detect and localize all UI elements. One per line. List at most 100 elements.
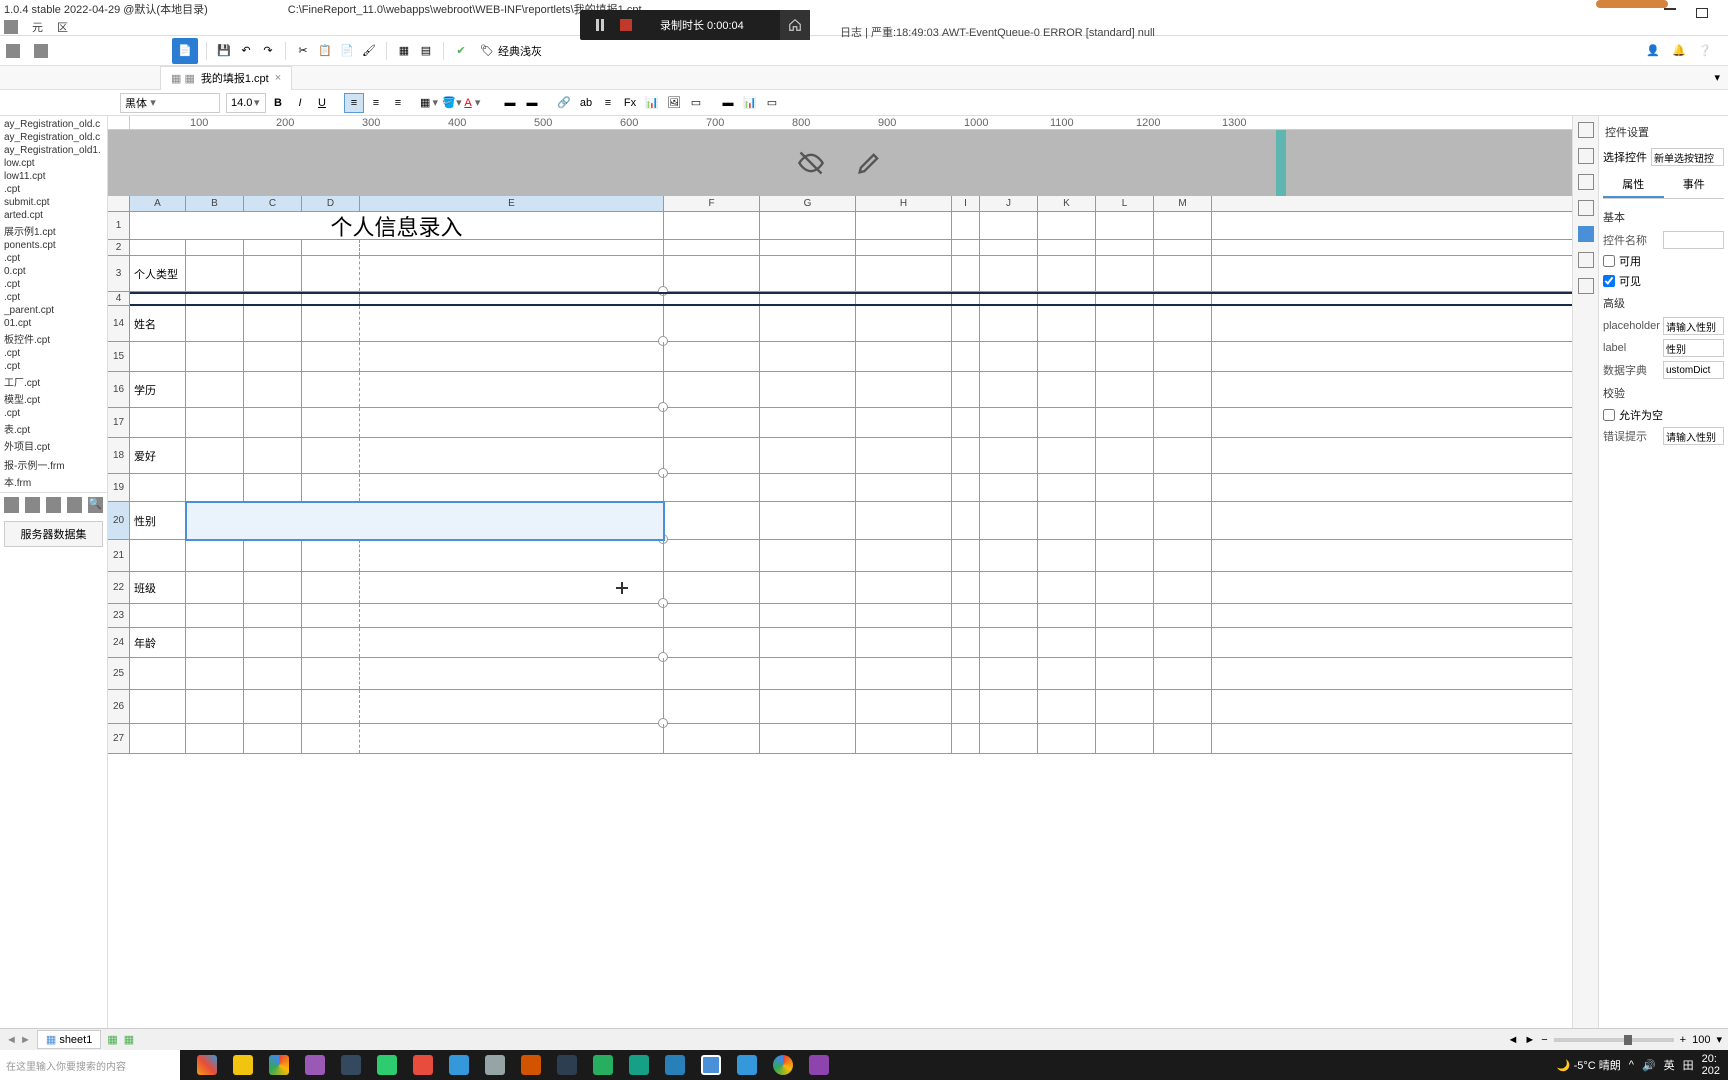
- row-headers[interactable]: 12341415161718192021222324252627: [108, 212, 130, 754]
- zoom-out[interactable]: −: [1541, 1034, 1547, 1046]
- home-button[interactable]: [780, 10, 810, 40]
- strip-icon[interactable]: [1578, 200, 1594, 216]
- label-cell[interactable]: [130, 240, 186, 255]
- col-header[interactable]: K: [1038, 196, 1096, 211]
- toolbar-icon[interactable]: [34, 44, 48, 58]
- col-header[interactable]: B: [186, 196, 244, 211]
- taskbar-app[interactable]: [586, 1050, 620, 1080]
- sheet-tab[interactable]: ▦ sheet1: [37, 1030, 102, 1049]
- errortip-input[interactable]: [1663, 427, 1724, 445]
- row-header[interactable]: 4: [108, 292, 129, 306]
- taskbar-app[interactable]: [190, 1050, 224, 1080]
- merge-button[interactable]: ▬: [500, 93, 520, 113]
- row-header[interactable]: 1: [108, 212, 129, 240]
- file-item[interactable]: 01.cpt: [2, 317, 105, 330]
- italic-button[interactable]: I: [290, 93, 310, 113]
- tree-icon[interactable]: [25, 497, 40, 513]
- strip-icon[interactable]: [1578, 174, 1594, 190]
- tree-icon[interactable]: [67, 497, 82, 513]
- align-icon[interactable]: ≡: [598, 93, 618, 113]
- col-header[interactable]: E: [360, 196, 664, 211]
- row-header[interactable]: 15: [108, 342, 129, 372]
- taskbar-app[interactable]: [802, 1050, 836, 1080]
- label-cell[interactable]: [130, 690, 186, 723]
- eye-off-icon[interactable]: [797, 149, 825, 177]
- row-header[interactable]: 20: [108, 502, 129, 540]
- tab-menu-icon[interactable]: ▾: [1714, 71, 1728, 84]
- file-item[interactable]: .cpt: [2, 278, 105, 291]
- label-cell[interactable]: [130, 540, 186, 571]
- theme-selector[interactable]: 🏷 经典浅灰: [474, 41, 548, 61]
- help-icon[interactable]: ❔: [1696, 42, 1714, 60]
- label-cell[interactable]: 性别: [130, 502, 186, 539]
- label-cell[interactable]: [130, 474, 186, 501]
- widget-icon[interactable]: ▭: [686, 93, 706, 113]
- zoom-in[interactable]: +: [1680, 1034, 1686, 1046]
- row-header[interactable]: 19: [108, 474, 129, 502]
- file-item[interactable]: _parent.cpt: [2, 304, 105, 317]
- taskbar-app[interactable]: [478, 1050, 512, 1080]
- label-cell[interactable]: 爱好: [130, 438, 186, 473]
- save-icon[interactable]: 💾: [215, 42, 233, 60]
- col-header[interactable]: G: [760, 196, 856, 211]
- sheet-icon[interactable]: ▤: [417, 42, 435, 60]
- file-item[interactable]: 报-示例一.frm: [2, 456, 105, 473]
- row-header[interactable]: 21: [108, 540, 129, 572]
- table-icon[interactable]: ▦: [395, 42, 413, 60]
- file-item[interactable]: .cpt: [2, 252, 105, 265]
- taskbar-app[interactable]: [262, 1050, 296, 1080]
- file-item[interactable]: submit.cpt: [2, 196, 105, 209]
- label-cell[interactable]: 学历: [130, 372, 186, 407]
- pause-button[interactable]: [596, 19, 608, 31]
- taskbar-app[interactable]: [550, 1050, 584, 1080]
- col-header[interactable]: L: [1096, 196, 1154, 211]
- file-tab[interactable]: ▦ ▦ 我的填报1.cpt ×: [160, 66, 292, 90]
- col-header[interactable]: D: [302, 196, 360, 211]
- file-item[interactable]: 外项目.cpt: [2, 437, 105, 454]
- paste-icon[interactable]: 📄: [338, 42, 356, 60]
- border-button[interactable]: ▦▾: [420, 93, 440, 113]
- col-header[interactable]: F: [664, 196, 760, 211]
- label-cell[interactable]: 个人类型: [130, 256, 186, 291]
- title-cell[interactable]: 个人信息录入: [130, 212, 664, 239]
- copy-icon[interactable]: 📋: [316, 42, 334, 60]
- undo-icon[interactable]: ↶: [237, 42, 255, 60]
- underline-button[interactable]: U: [312, 93, 332, 113]
- enabled-checkbox[interactable]: [1603, 255, 1615, 267]
- insert-icon[interactable]: ▬: [718, 93, 738, 113]
- file-item[interactable]: .cpt: [2, 183, 105, 196]
- align-left-button[interactable]: ≡: [344, 93, 364, 113]
- col-header[interactable]: C: [244, 196, 302, 211]
- fill-button[interactable]: 🪣▾: [442, 93, 462, 113]
- strip-icon[interactable]: [1578, 122, 1594, 138]
- allowempty-checkbox[interactable]: [1603, 409, 1615, 421]
- bell-icon[interactable]: 🔔: [1670, 42, 1688, 60]
- file-item[interactable]: 表.cpt: [2, 420, 105, 437]
- row-header[interactable]: 22: [108, 572, 129, 604]
- strip-icon[interactable]: [1578, 148, 1594, 164]
- menu-icon[interactable]: [4, 20, 18, 34]
- file-item[interactable]: arted.cpt: [2, 209, 105, 222]
- menu-item[interactable]: 元: [32, 19, 43, 35]
- file-item[interactable]: 工厂.cpt: [2, 373, 105, 390]
- row-header[interactable]: 24: [108, 628, 129, 658]
- taskbar-app[interactable]: [442, 1050, 476, 1080]
- select-widget-value[interactable]: [1651, 148, 1724, 166]
- app-icon[interactable]: 📄: [172, 38, 198, 64]
- file-item[interactable]: .cpt: [2, 407, 105, 420]
- label-cell[interactable]: 年龄: [130, 628, 186, 657]
- align-right-button[interactable]: ≡: [388, 93, 408, 113]
- split-button[interactable]: ▬: [522, 93, 542, 113]
- stop-button[interactable]: [620, 19, 632, 31]
- label-cell[interactable]: [130, 724, 186, 753]
- row-header[interactable]: 26: [108, 690, 129, 724]
- col-header[interactable]: H: [856, 196, 952, 211]
- zoom-slider[interactable]: [1554, 1038, 1674, 1042]
- file-item[interactable]: 板控件.cpt: [2, 330, 105, 347]
- search-icon[interactable]: 🔍: [88, 497, 103, 513]
- align-center-button[interactable]: ≡: [366, 93, 386, 113]
- weather[interactable]: 🌙 -5°C 晴朗: [1557, 1057, 1621, 1073]
- label-cell[interactable]: [130, 342, 186, 371]
- taskbar-app[interactable]: [730, 1050, 764, 1080]
- brush-icon[interactable]: 🖌: [360, 42, 378, 60]
